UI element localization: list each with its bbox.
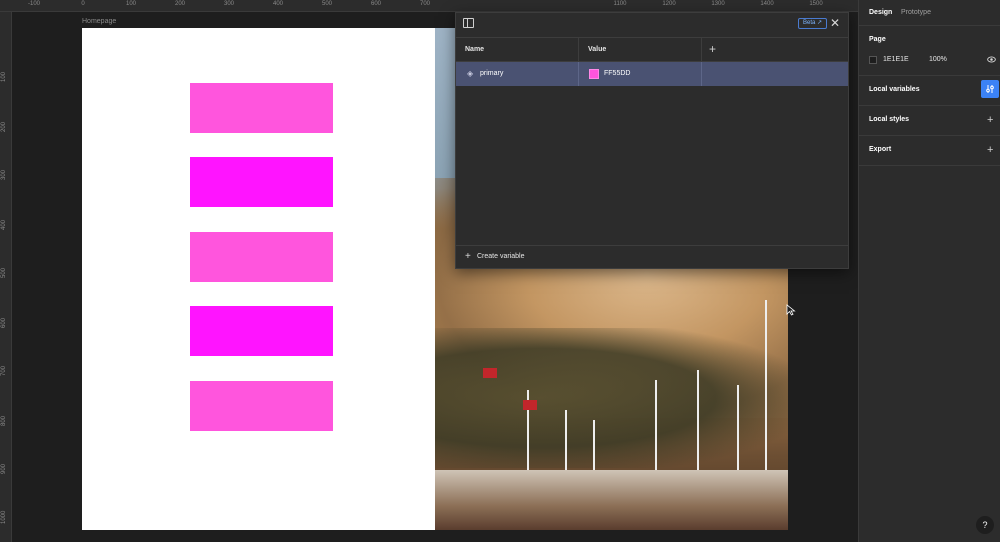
add-export-plus-icon[interactable]: +: [987, 144, 993, 156]
column-divider: [701, 62, 702, 86]
properties-panel: Design Prototype Page 1E1E1E 100% Local …: [858, 0, 1000, 542]
eye-icon[interactable]: [987, 55, 996, 64]
local-variables-modal: Beta ↗ ✕ Name Value + ◈ primary FF55DD +…: [455, 12, 849, 269]
photo-flag: [523, 400, 537, 410]
photo-trees: [435, 328, 788, 468]
external-link-icon: ↗: [817, 20, 823, 26]
variable-name[interactable]: primary: [480, 62, 503, 86]
ruler-tick: 500: [321, 1, 333, 7]
ruler-tick: 200: [174, 1, 186, 7]
open-variables-button[interactable]: [981, 80, 999, 98]
close-icon[interactable]: ✕: [830, 16, 840, 30]
local-variables-title[interactable]: Local variables: [869, 86, 920, 93]
cursor-icon: [786, 304, 796, 316]
section-divider: [859, 75, 1000, 76]
page-section-title: Page: [869, 36, 886, 43]
photo-boats: [435, 470, 788, 530]
help-button[interactable]: ?: [976, 516, 994, 534]
ruler-tick: 400: [272, 1, 284, 7]
column-divider[interactable]: [701, 38, 702, 62]
ruler-tick: 700: [419, 1, 431, 7]
ruler-tick: 800: [1, 415, 7, 426]
ruler-tick: 600: [1, 317, 7, 328]
photo-flag: [483, 368, 497, 378]
ruler-tick: 1100: [613, 1, 627, 7]
ruler-tick: 700: [1, 365, 7, 376]
left-ruler: 100 200 300 400 500 600 700 800 900 1000: [0, 12, 12, 542]
ruler-tick: 400: [1, 219, 7, 230]
local-styles-title: Local styles: [869, 116, 910, 123]
rectangle[interactable]: [190, 306, 333, 356]
section-divider: [859, 135, 1000, 136]
column-name-header: Name: [465, 46, 485, 53]
tab-design[interactable]: Design: [869, 0, 892, 26]
sidebar-toggle-icon[interactable]: [463, 18, 474, 28]
ruler-tick: 200: [1, 121, 7, 132]
color-swatch[interactable]: [589, 69, 599, 79]
color-variable-icon: ◈: [467, 69, 474, 78]
frame-label[interactable]: Homepage: [82, 18, 116, 25]
rectangle[interactable]: [190, 157, 333, 207]
page-opacity[interactable]: 100%: [929, 54, 947, 66]
tab-prototype[interactable]: Prototype: [901, 0, 931, 26]
rectangle[interactable]: [190, 232, 333, 282]
variables-icon: [986, 85, 994, 93]
homepage-frame[interactable]: [82, 28, 435, 530]
ruler-tick: 300: [223, 1, 235, 7]
ruler-tick: 1500: [809, 1, 823, 7]
create-variable-button[interactable]: + Create variable: [456, 245, 848, 269]
ruler-tick: 0: [81, 1, 85, 7]
variable-value[interactable]: FF55DD: [604, 62, 630, 86]
ruler-tick: 1200: [662, 1, 676, 7]
add-mode-plus-icon[interactable]: +: [709, 38, 716, 60]
column-divider: [578, 62, 579, 86]
ruler-tick: 300: [1, 169, 7, 180]
modal-toolbar: Beta ↗ ✕: [456, 13, 848, 35]
ruler-tick: 1300: [711, 1, 725, 7]
column-divider[interactable]: [578, 38, 579, 62]
page-color-swatch[interactable]: [869, 56, 877, 64]
panel-tabs: Design Prototype: [859, 0, 1000, 26]
ruler-tick: -100: [27, 1, 41, 7]
ruler-tick: 1000: [1, 510, 7, 524]
table-header: Name Value +: [456, 37, 848, 62]
rectangle[interactable]: [190, 83, 333, 133]
beta-badge[interactable]: Beta ↗: [798, 18, 828, 29]
rectangle[interactable]: [190, 381, 333, 431]
column-value-header: Value: [588, 46, 607, 53]
ruler-tick: 1400: [760, 1, 774, 7]
add-style-plus-icon[interactable]: +: [987, 114, 993, 126]
top-ruler: -100 0 100 200 300 400 500 600 700 1100 …: [0, 0, 858, 12]
ruler-tick: 100: [125, 1, 137, 7]
variable-row[interactable]: ◈ primary FF55DD: [456, 62, 848, 86]
ruler-tick: 500: [1, 267, 7, 278]
section-divider: [859, 165, 1000, 166]
section-divider: [859, 105, 1000, 106]
page-color-hex[interactable]: 1E1E1E: [883, 54, 909, 66]
ruler-tick: 600: [370, 1, 382, 7]
export-title: Export: [869, 146, 892, 153]
plus-icon: +: [465, 251, 471, 262]
ruler-tick: 100: [1, 71, 7, 82]
beta-label: Beta: [803, 20, 816, 26]
create-variable-label: Create variable: [477, 253, 525, 260]
ruler-tick: 900: [1, 463, 7, 474]
